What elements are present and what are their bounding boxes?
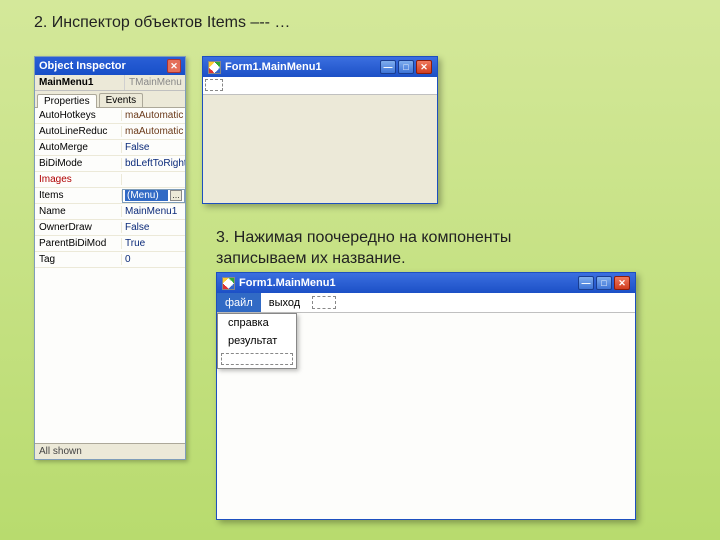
property-row-items[interactable]: Items (Menu) … bbox=[35, 188, 185, 204]
prop-value[interactable]: maAutomatic bbox=[122, 110, 185, 121]
prop-name: Items bbox=[35, 190, 122, 201]
minimize-icon[interactable]: — bbox=[380, 60, 396, 74]
menu-item-exit[interactable]: выход bbox=[261, 293, 308, 312]
property-grid: AutoHotkeysmaAutomaticAutoLineReducmaAut… bbox=[35, 108, 185, 443]
close-icon[interactable]: ✕ bbox=[167, 59, 181, 73]
property-row[interactable]: BiDiModebdLeftToRight bbox=[35, 156, 185, 172]
client-area: файл выход справка результат bbox=[217, 293, 635, 519]
step-2-text: 2. Инспектор объектов Items –-- … bbox=[34, 14, 290, 32]
property-row[interactable]: AutoHotkeysmaAutomatic bbox=[35, 108, 185, 124]
inspector-tabs: Properties Events bbox=[35, 91, 185, 108]
prop-value-editor[interactable]: (Menu) … bbox=[122, 189, 185, 203]
menu-strip[interactable] bbox=[203, 77, 437, 95]
app-icon bbox=[208, 61, 221, 74]
maximize-icon[interactable]: □ bbox=[596, 276, 612, 290]
component-type: TMainMenu bbox=[125, 75, 185, 90]
inspector-component-selector[interactable]: MainMenu1 TMainMenu bbox=[35, 75, 185, 91]
prop-value[interactable]: False bbox=[122, 222, 185, 233]
prop-name: Tag bbox=[35, 254, 122, 265]
property-row[interactable]: AutoMergeFalse bbox=[35, 140, 185, 156]
menu-designer-big: Form1.MainMenu1 — □ ✕ файл выход справка… bbox=[216, 272, 636, 520]
close-icon[interactable]: ✕ bbox=[416, 60, 432, 74]
prop-name: AutoMerge bbox=[35, 142, 122, 153]
ellipsis-button[interactable]: … bbox=[170, 190, 182, 201]
dropdown-item[interactable]: результат bbox=[218, 332, 296, 350]
prop-name: Images bbox=[35, 174, 122, 185]
property-row[interactable]: Images bbox=[35, 172, 185, 188]
prop-name: BiDiMode bbox=[35, 158, 122, 169]
menu-designer-small: Form1.MainMenu1 — □ ✕ bbox=[202, 56, 438, 204]
prop-value[interactable]: True bbox=[122, 238, 185, 249]
menu-item-file[interactable]: файл bbox=[217, 293, 261, 312]
window-title: Form1.MainMenu1 bbox=[239, 277, 574, 289]
property-row[interactable]: Tag0 bbox=[35, 252, 185, 268]
dropdown-menu: справка результат bbox=[217, 313, 297, 369]
dropdown-item[interactable]: справка bbox=[218, 314, 296, 332]
new-menu-item-placeholder[interactable] bbox=[205, 79, 223, 91]
app-icon bbox=[222, 277, 235, 290]
prop-value[interactable]: MainMenu1 bbox=[122, 206, 185, 217]
prop-name: Name bbox=[35, 206, 122, 217]
new-dropdown-item-placeholder[interactable] bbox=[221, 353, 293, 365]
component-name: MainMenu1 bbox=[35, 75, 125, 90]
step-3-text: 3. Нажимая поочередно на компоненты запи… bbox=[216, 228, 566, 270]
prop-value[interactable]: bdLeftToRight bbox=[122, 158, 185, 169]
property-row[interactable]: ParentBiDiModTrue bbox=[35, 236, 185, 252]
object-inspector-window: Object Inspector ✕ MainMenu1 TMainMenu P… bbox=[34, 56, 186, 460]
prop-value[interactable]: 0 bbox=[122, 254, 185, 265]
tab-properties[interactable]: Properties bbox=[37, 94, 97, 108]
tab-events[interactable]: Events bbox=[99, 93, 144, 107]
property-row[interactable]: OwnerDrawFalse bbox=[35, 220, 185, 236]
prop-value[interactable]: maAutomatic bbox=[122, 126, 185, 137]
titlebar[interactable]: Form1.MainMenu1 — □ ✕ bbox=[203, 57, 437, 77]
close-icon[interactable]: ✕ bbox=[614, 276, 630, 290]
inspector-title: Object Inspector bbox=[39, 60, 126, 72]
prop-name: AutoHotkeys bbox=[35, 110, 122, 121]
prop-name: AutoLineReduc bbox=[35, 126, 122, 137]
prop-name: OwnerDraw bbox=[35, 222, 122, 233]
window-title: Form1.MainMenu1 bbox=[225, 61, 376, 73]
titlebar[interactable]: Form1.MainMenu1 — □ ✕ bbox=[217, 273, 635, 293]
inspector-titlebar[interactable]: Object Inspector ✕ bbox=[35, 57, 185, 75]
property-row[interactable]: AutoLineReducmaAutomatic bbox=[35, 124, 185, 140]
prop-value[interactable]: False bbox=[122, 142, 185, 153]
minimize-icon[interactable]: — bbox=[578, 276, 594, 290]
maximize-icon[interactable]: □ bbox=[398, 60, 414, 74]
property-row[interactable]: NameMainMenu1 bbox=[35, 204, 185, 220]
menubar: файл выход bbox=[217, 293, 635, 313]
client-area bbox=[203, 95, 437, 203]
inspector-status: All shown bbox=[35, 443, 185, 459]
new-menu-item-placeholder[interactable] bbox=[312, 296, 336, 309]
prop-name: ParentBiDiMod bbox=[35, 238, 122, 249]
